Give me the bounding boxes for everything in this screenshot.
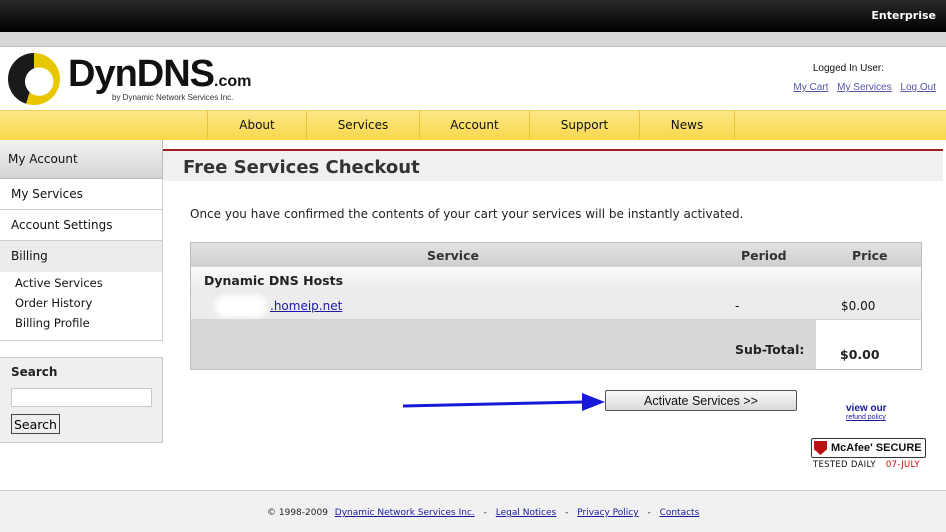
sidebar-item-account-settings[interactable]: Account Settings [0, 210, 163, 241]
footer-link-legal[interactable]: Legal Notices [496, 508, 556, 518]
hostname-link[interactable]: .homeip.net [270, 299, 342, 313]
nav-account[interactable]: Account [419, 111, 529, 140]
sidebar-item-my-services[interactable]: My Services [0, 179, 163, 210]
subtotal-label: Sub-Total: [735, 342, 805, 357]
arrow-right-icon [402, 393, 605, 411]
enterprise-label: Enterprise [871, 9, 936, 22]
activate-services-button[interactable]: Activate Services >> [605, 390, 797, 411]
nav-news[interactable]: News [639, 111, 735, 140]
footer-link-contacts[interactable]: Contacts [660, 508, 700, 518]
footer-link-privacy[interactable]: Privacy Policy [577, 508, 638, 518]
column-price: Price [852, 248, 888, 263]
column-service: Service [427, 248, 479, 263]
table-row: .homeip.net - $0.00 [191, 293, 921, 320]
nav-about[interactable]: About [207, 111, 306, 140]
page-title: Free Services Checkout [183, 157, 420, 178]
title-bar: Free Services Checkout [163, 151, 943, 181]
subtotal-row: Sub-Total: $0.00 [191, 320, 921, 369]
nav-services[interactable]: Services [306, 111, 419, 140]
search-input[interactable] [11, 388, 152, 407]
header-strip [0, 32, 946, 47]
mcafee-secure-badge[interactable]: McAfee' SECURE TESTED DAILY 07-JULY [811, 438, 927, 472]
logo-ring-icon [8, 53, 60, 105]
nav-support[interactable]: Support [529, 111, 639, 140]
logo-wordmark: DynDNS.com [68, 53, 252, 95]
sidebar-header[interactable]: My Account [0, 140, 163, 179]
cart-table: Service Period Price Dynamic DNS Hosts .… [190, 242, 922, 370]
group-row: Dynamic DNS Hosts [191, 267, 921, 293]
group-label: Dynamic DNS Hosts [204, 273, 344, 288]
my-cart-link[interactable]: My Cart [793, 82, 828, 93]
sidebar: My Account My Services Account Settings … [0, 140, 163, 341]
billing-submenu: Active Services Order History Billing Pr… [0, 272, 163, 341]
redacted-hostname [215, 295, 267, 317]
sidebar-item-billing-profile[interactable]: Billing Profile [15, 314, 162, 334]
main-nav: About Services Account Support News [0, 110, 946, 140]
intro-text: Once you have confirmed the contents of … [190, 207, 744, 221]
copyright: © 1998-2009 [267, 508, 328, 518]
sidebar-item-billing[interactable]: Billing [0, 241, 163, 272]
mcafee-shield-icon [814, 441, 827, 455]
column-period: Period [741, 248, 787, 263]
log-out-link[interactable]: Log Out [900, 82, 936, 93]
row-period: - [735, 299, 740, 313]
footer-link-company[interactable]: Dynamic Network Services Inc. [335, 508, 475, 518]
search-label: Search [11, 365, 58, 379]
table-header: Service Period Price [191, 243, 921, 267]
search-box: Search Search [0, 357, 163, 443]
top-bar: Enterprise [0, 0, 946, 32]
search-button[interactable]: Search [11, 414, 60, 434]
footer: © 1998-2009 Dynamic Network Services Inc… [0, 490, 946, 532]
refund-policy-link[interactable]: view our refund policy [846, 404, 887, 422]
logged-in-label: Logged In User: [812, 63, 884, 74]
dyndns-logo[interactable]: DynDNS.com by Dynamic Network Services I… [8, 53, 258, 107]
sidebar-item-order-history[interactable]: Order History [15, 294, 162, 314]
sidebar-item-active-services[interactable]: Active Services [15, 274, 162, 294]
logo-tagline: by Dynamic Network Services Inc. [112, 93, 234, 102]
subtotal-value: $0.00 [840, 347, 880, 362]
row-price: $0.00 [841, 299, 876, 313]
user-box: Logged In User: My Cart My Services Log … [787, 63, 936, 93]
my-services-link[interactable]: My Services [837, 82, 891, 93]
